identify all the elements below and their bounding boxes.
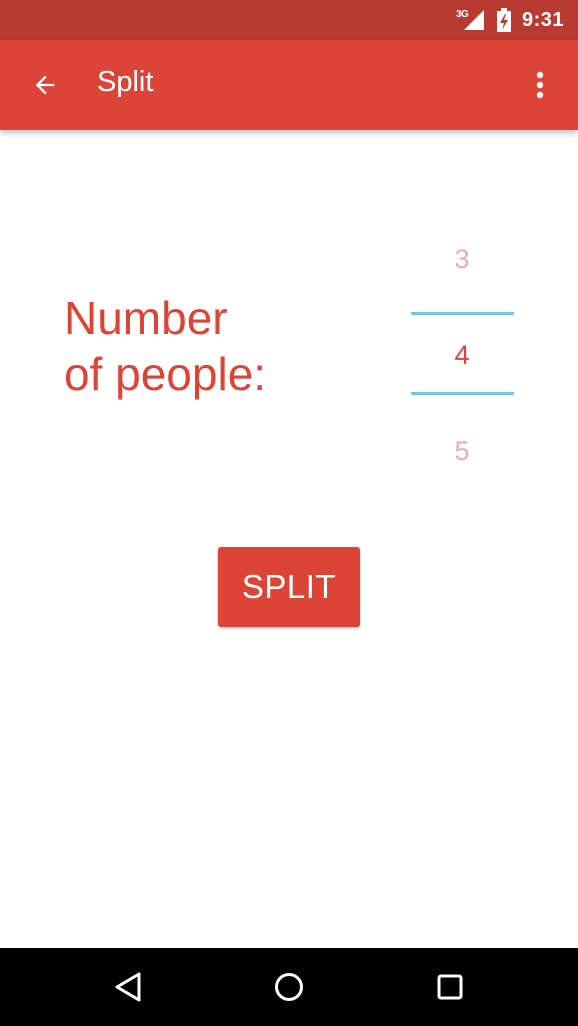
clock: 9:31 bbox=[521, 8, 564, 31]
split-button[interactable]: SPLIT bbox=[218, 547, 360, 627]
nav-home-icon bbox=[275, 973, 303, 1001]
screen: 3G 9:31 Split Number of people: 3 4 5 SP… bbox=[0, 0, 578, 1026]
battery-charging-icon bbox=[496, 8, 512, 32]
arrow-back-icon bbox=[35, 75, 55, 95]
picker-divider-top bbox=[411, 312, 514, 315]
overflow-menu-button[interactable] bbox=[520, 60, 560, 110]
nav-home-button[interactable] bbox=[259, 957, 319, 1017]
nav-recents-icon bbox=[437, 974, 463, 1000]
label-line-1: Number bbox=[64, 292, 228, 344]
navigation-bar bbox=[0, 948, 578, 1026]
number-picker[interactable]: 3 4 5 bbox=[410, 230, 514, 480]
nav-back-button[interactable] bbox=[98, 957, 158, 1017]
back-button[interactable] bbox=[20, 60, 70, 110]
people-count-label: Number of people: bbox=[64, 290, 364, 402]
picker-divider-bottom bbox=[411, 392, 514, 395]
app-bar: Split bbox=[0, 40, 578, 130]
signal-icon: 3G bbox=[456, 8, 486, 32]
label-line-2: of people: bbox=[64, 348, 267, 400]
picker-selected-value[interactable]: 4 bbox=[410, 340, 514, 371]
nav-back-icon bbox=[115, 972, 141, 1002]
nav-recents-button[interactable] bbox=[420, 957, 480, 1017]
status-icons: 3G 9:31 bbox=[456, 0, 564, 40]
page-title: Split bbox=[97, 66, 154, 98]
more-vert-icon bbox=[536, 71, 544, 99]
picker-previous-value[interactable]: 3 bbox=[410, 244, 514, 275]
picker-next-value[interactable]: 5 bbox=[410, 436, 514, 467]
status-bar: 3G 9:31 bbox=[0, 0, 578, 40]
